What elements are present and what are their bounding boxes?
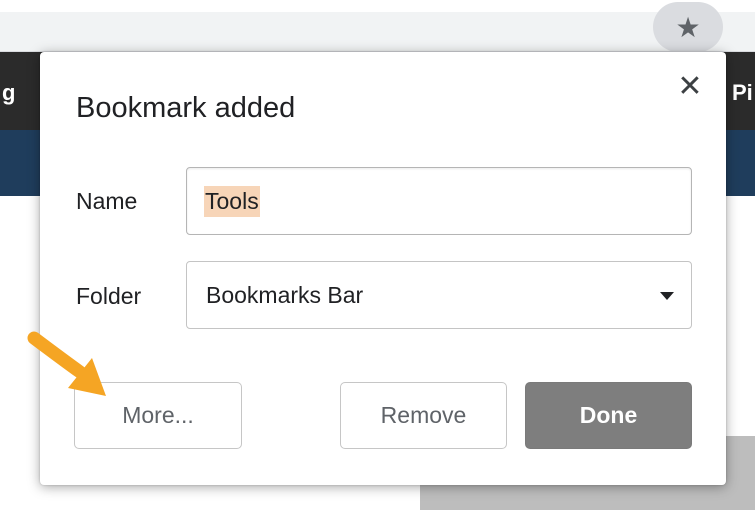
- bookmark-added-dialog: Bookmark added ✕ Name Tools Folder Bookm…: [40, 52, 726, 485]
- remove-button[interactable]: Remove: [340, 382, 507, 449]
- close-icon: ✕: [677, 69, 703, 103]
- name-input-value: Tools: [204, 185, 260, 217]
- dropdown-arrow-icon: [660, 292, 674, 300]
- callout-arrow-icon: [27, 331, 106, 396]
- folder-select[interactable]: Bookmarks Bar: [186, 261, 692, 329]
- name-label: Name: [76, 188, 138, 214]
- window-top-strip: [0, 0, 755, 12]
- address-bar-area: [0, 12, 755, 52]
- dialog-title: Bookmark added: [76, 92, 296, 124]
- close-button[interactable]: ✕: [674, 69, 706, 103]
- screenshot-stage: ★ g Pi Bookmark added ✕ Name Tools Folde…: [0, 0, 755, 510]
- done-button[interactable]: Done: [525, 382, 692, 449]
- name-input[interactable]: Tools: [186, 167, 692, 235]
- bookmarks-bar-item-right[interactable]: Pi: [732, 80, 753, 106]
- folder-label: Folder: [76, 283, 142, 309]
- bookmarks-bar-item-left[interactable]: g: [2, 80, 15, 106]
- bookmark-star-button[interactable]: ★: [653, 2, 723, 52]
- folder-select-value: Bookmarks Bar: [206, 281, 364, 308]
- star-icon: ★: [675, 11, 701, 43]
